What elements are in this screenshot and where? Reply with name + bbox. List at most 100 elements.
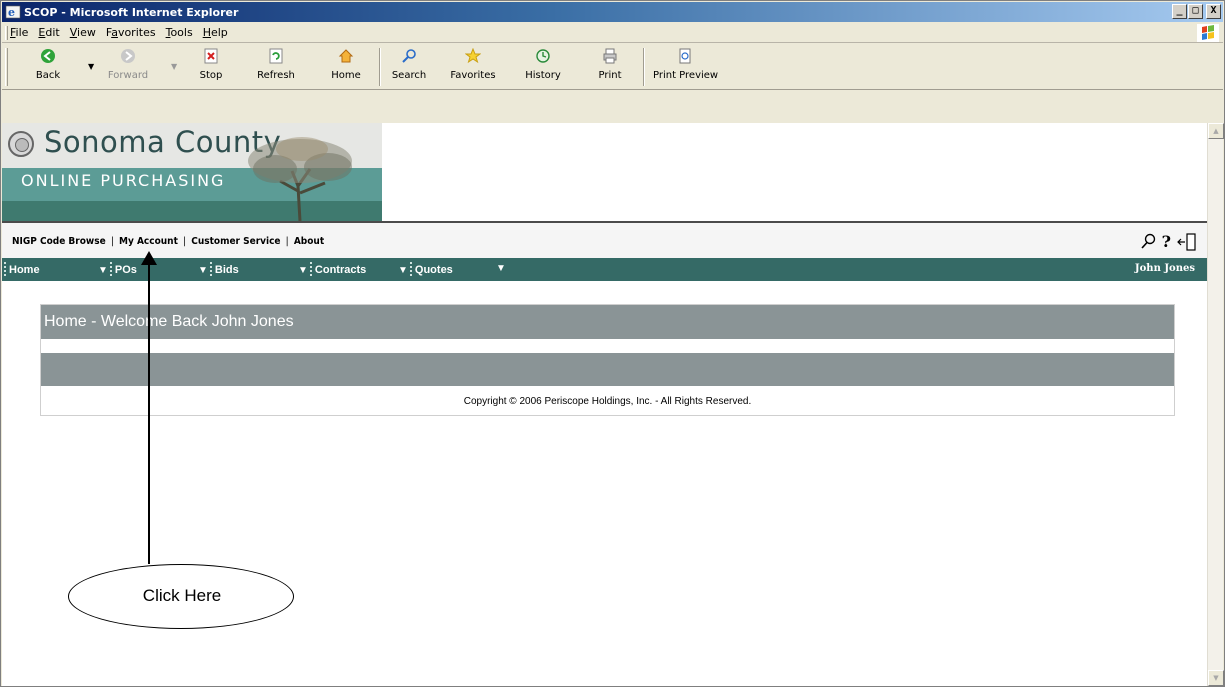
toolbar-separator: [379, 48, 381, 86]
back-arrow-icon: [41, 49, 55, 63]
dropdown-arrow-icon: ▼: [496, 263, 506, 274]
print-button[interactable]: Print: [596, 48, 624, 88]
search-button[interactable]: Search: [391, 48, 427, 88]
nav-home-label: Home: [9, 264, 40, 276]
nav-bids[interactable]: ▼ Bids: [198, 262, 239, 276]
welcome-panel: Home - Welcome Back John Jones Copyright…: [40, 304, 1175, 416]
window-controls: _ □ X: [1172, 4, 1221, 19]
print-label: Print: [598, 70, 622, 81]
menubar-grip: [5, 26, 8, 40]
menu-file[interactable]: File: [10, 26, 28, 39]
refresh-label: Refresh: [257, 70, 295, 81]
forward-button[interactable]: Forward: [106, 48, 150, 88]
nav-divider: [109, 262, 112, 276]
search-icon: [402, 49, 416, 63]
utility-tools: ?: [1140, 232, 1197, 251]
menu-edit[interactable]: Edit: [38, 26, 59, 39]
nav-contracts-label: Contracts: [314, 264, 367, 276]
search-icon[interactable]: [1140, 233, 1156, 251]
nav-pos[interactable]: ▼ POs: [98, 262, 137, 276]
browser-window: e SCOP - Microsoft Internet Explorer _ □…: [0, 0, 1225, 687]
scroll-up-icon[interactable]: ▲: [1208, 123, 1224, 139]
back-button[interactable]: Back: [32, 48, 64, 88]
my-account-link[interactable]: My Account: [119, 236, 178, 247]
link-separator: |: [110, 236, 114, 247]
menu-bar: File Edit View Favorites Tools Help: [2, 23, 1223, 43]
search-label: Search: [391, 70, 427, 81]
nav-divider: [209, 262, 212, 276]
print-preview-icon: [679, 48, 691, 64]
help-icon[interactable]: ?: [1162, 232, 1171, 251]
menu-help[interactable]: Help: [203, 26, 228, 39]
stop-button[interactable]: Stop: [195, 48, 227, 88]
toolbar: Back ▼ Forward ▼ Stop Refresh Home Searc…: [2, 44, 1223, 90]
printer-icon: [603, 48, 617, 64]
oak-tree-image: [248, 137, 352, 221]
nav-more-dropdown[interactable]: ▼: [496, 262, 508, 274]
window-title: SCOP - Microsoft Internet Explorer: [24, 5, 239, 19]
favorites-button[interactable]: Favorites: [447, 48, 499, 88]
callout-label: Click Here: [142, 586, 222, 605]
stop-icon: [204, 48, 218, 64]
menu-view[interactable]: View: [70, 26, 96, 39]
link-separator: |: [285, 236, 289, 247]
nav-quotes-label: Quotes: [414, 264, 453, 276]
forward-label: Forward: [107, 70, 149, 81]
page-title: Home - Welcome Back John Jones: [44, 313, 294, 330]
annotation-arrow-line: [148, 256, 150, 564]
refresh-icon: [269, 48, 283, 64]
copyright-text: Copyright © 2006 Periscope Holdings, Inc…: [463, 396, 752, 407]
nav-divider: [409, 262, 412, 276]
logout-door-icon[interactable]: [1177, 232, 1197, 251]
nav-pos-label: POs: [114, 264, 137, 276]
dropdown-arrow-icon: ▼: [298, 265, 308, 276]
click-here-callout: Click Here: [68, 564, 294, 629]
minimize-button[interactable]: _: [1172, 4, 1187, 19]
online-purchasing-label: ONLINE PURCHASING: [21, 171, 226, 190]
scroll-down-icon[interactable]: ▼: [1208, 670, 1224, 686]
refresh-button[interactable]: Refresh: [256, 48, 296, 88]
back-dropdown-icon[interactable]: ▼: [88, 62, 94, 71]
windows-logo-icon: [1197, 24, 1219, 42]
toolbar-separator: [643, 48, 645, 86]
home-icon: [338, 49, 354, 63]
sonoma-banner: Sonoma County ONLINE PURCHASING: [2, 123, 382, 221]
welcome-panel-header: Home - Welcome Back John Jones: [41, 305, 1174, 339]
star-icon: [465, 48, 481, 64]
home-button[interactable]: Home: [330, 48, 362, 88]
nav-divider: [309, 262, 312, 276]
ie-logo-icon: e: [5, 5, 21, 19]
title-bar: e SCOP - Microsoft Internet Explorer _ □…: [2, 2, 1223, 22]
home-label: Home: [331, 70, 361, 81]
nav-contracts[interactable]: ▼ Contracts: [298, 262, 366, 276]
vertical-scrollbar[interactable]: ▲ ▼: [1207, 123, 1224, 686]
stop-label: Stop: [199, 70, 223, 81]
link-separator: |: [183, 236, 187, 247]
dropdown-arrow-icon: ▼: [98, 265, 108, 276]
welcome-panel-bar: [41, 353, 1174, 386]
svg-text:e: e: [8, 6, 15, 19]
dropdown-arrow-icon: ▼: [398, 265, 408, 276]
history-label: History: [525, 70, 561, 81]
current-user-name: John Jones: [1134, 263, 1195, 274]
main-nav-bar: Home ▼ POs ▼ Bids ▼ Contracts ▼ Quotes ▼ Joh…: [2, 258, 1207, 281]
close-button[interactable]: X: [1206, 4, 1221, 19]
customer-service-link[interactable]: Customer Service: [191, 236, 280, 247]
maximize-button[interactable]: □: [1188, 4, 1203, 19]
favorites-label: Favorites: [450, 70, 496, 81]
nav-divider: [4, 262, 6, 276]
history-button[interactable]: History: [523, 48, 563, 88]
county-seal-icon: [8, 131, 34, 157]
nav-bids-label: Bids: [214, 264, 239, 276]
toolbar-grip: [5, 48, 8, 86]
menu-favorites[interactable]: Favorites: [106, 26, 156, 39]
forward-dropdown-icon[interactable]: ▼: [171, 62, 177, 71]
print-preview-button[interactable]: Print Preview: [653, 48, 718, 88]
about-link[interactable]: About: [294, 236, 324, 247]
back-label: Back: [35, 70, 61, 81]
nav-home[interactable]: Home: [4, 262, 40, 276]
nigp-code-browse-link[interactable]: NIGP Code Browse: [12, 236, 106, 247]
utility-links: NIGP Code Browse | My Account | Customer…: [12, 236, 324, 247]
menu-tools[interactable]: Tools: [166, 26, 193, 39]
nav-quotes[interactable]: ▼ Quotes: [398, 262, 453, 276]
